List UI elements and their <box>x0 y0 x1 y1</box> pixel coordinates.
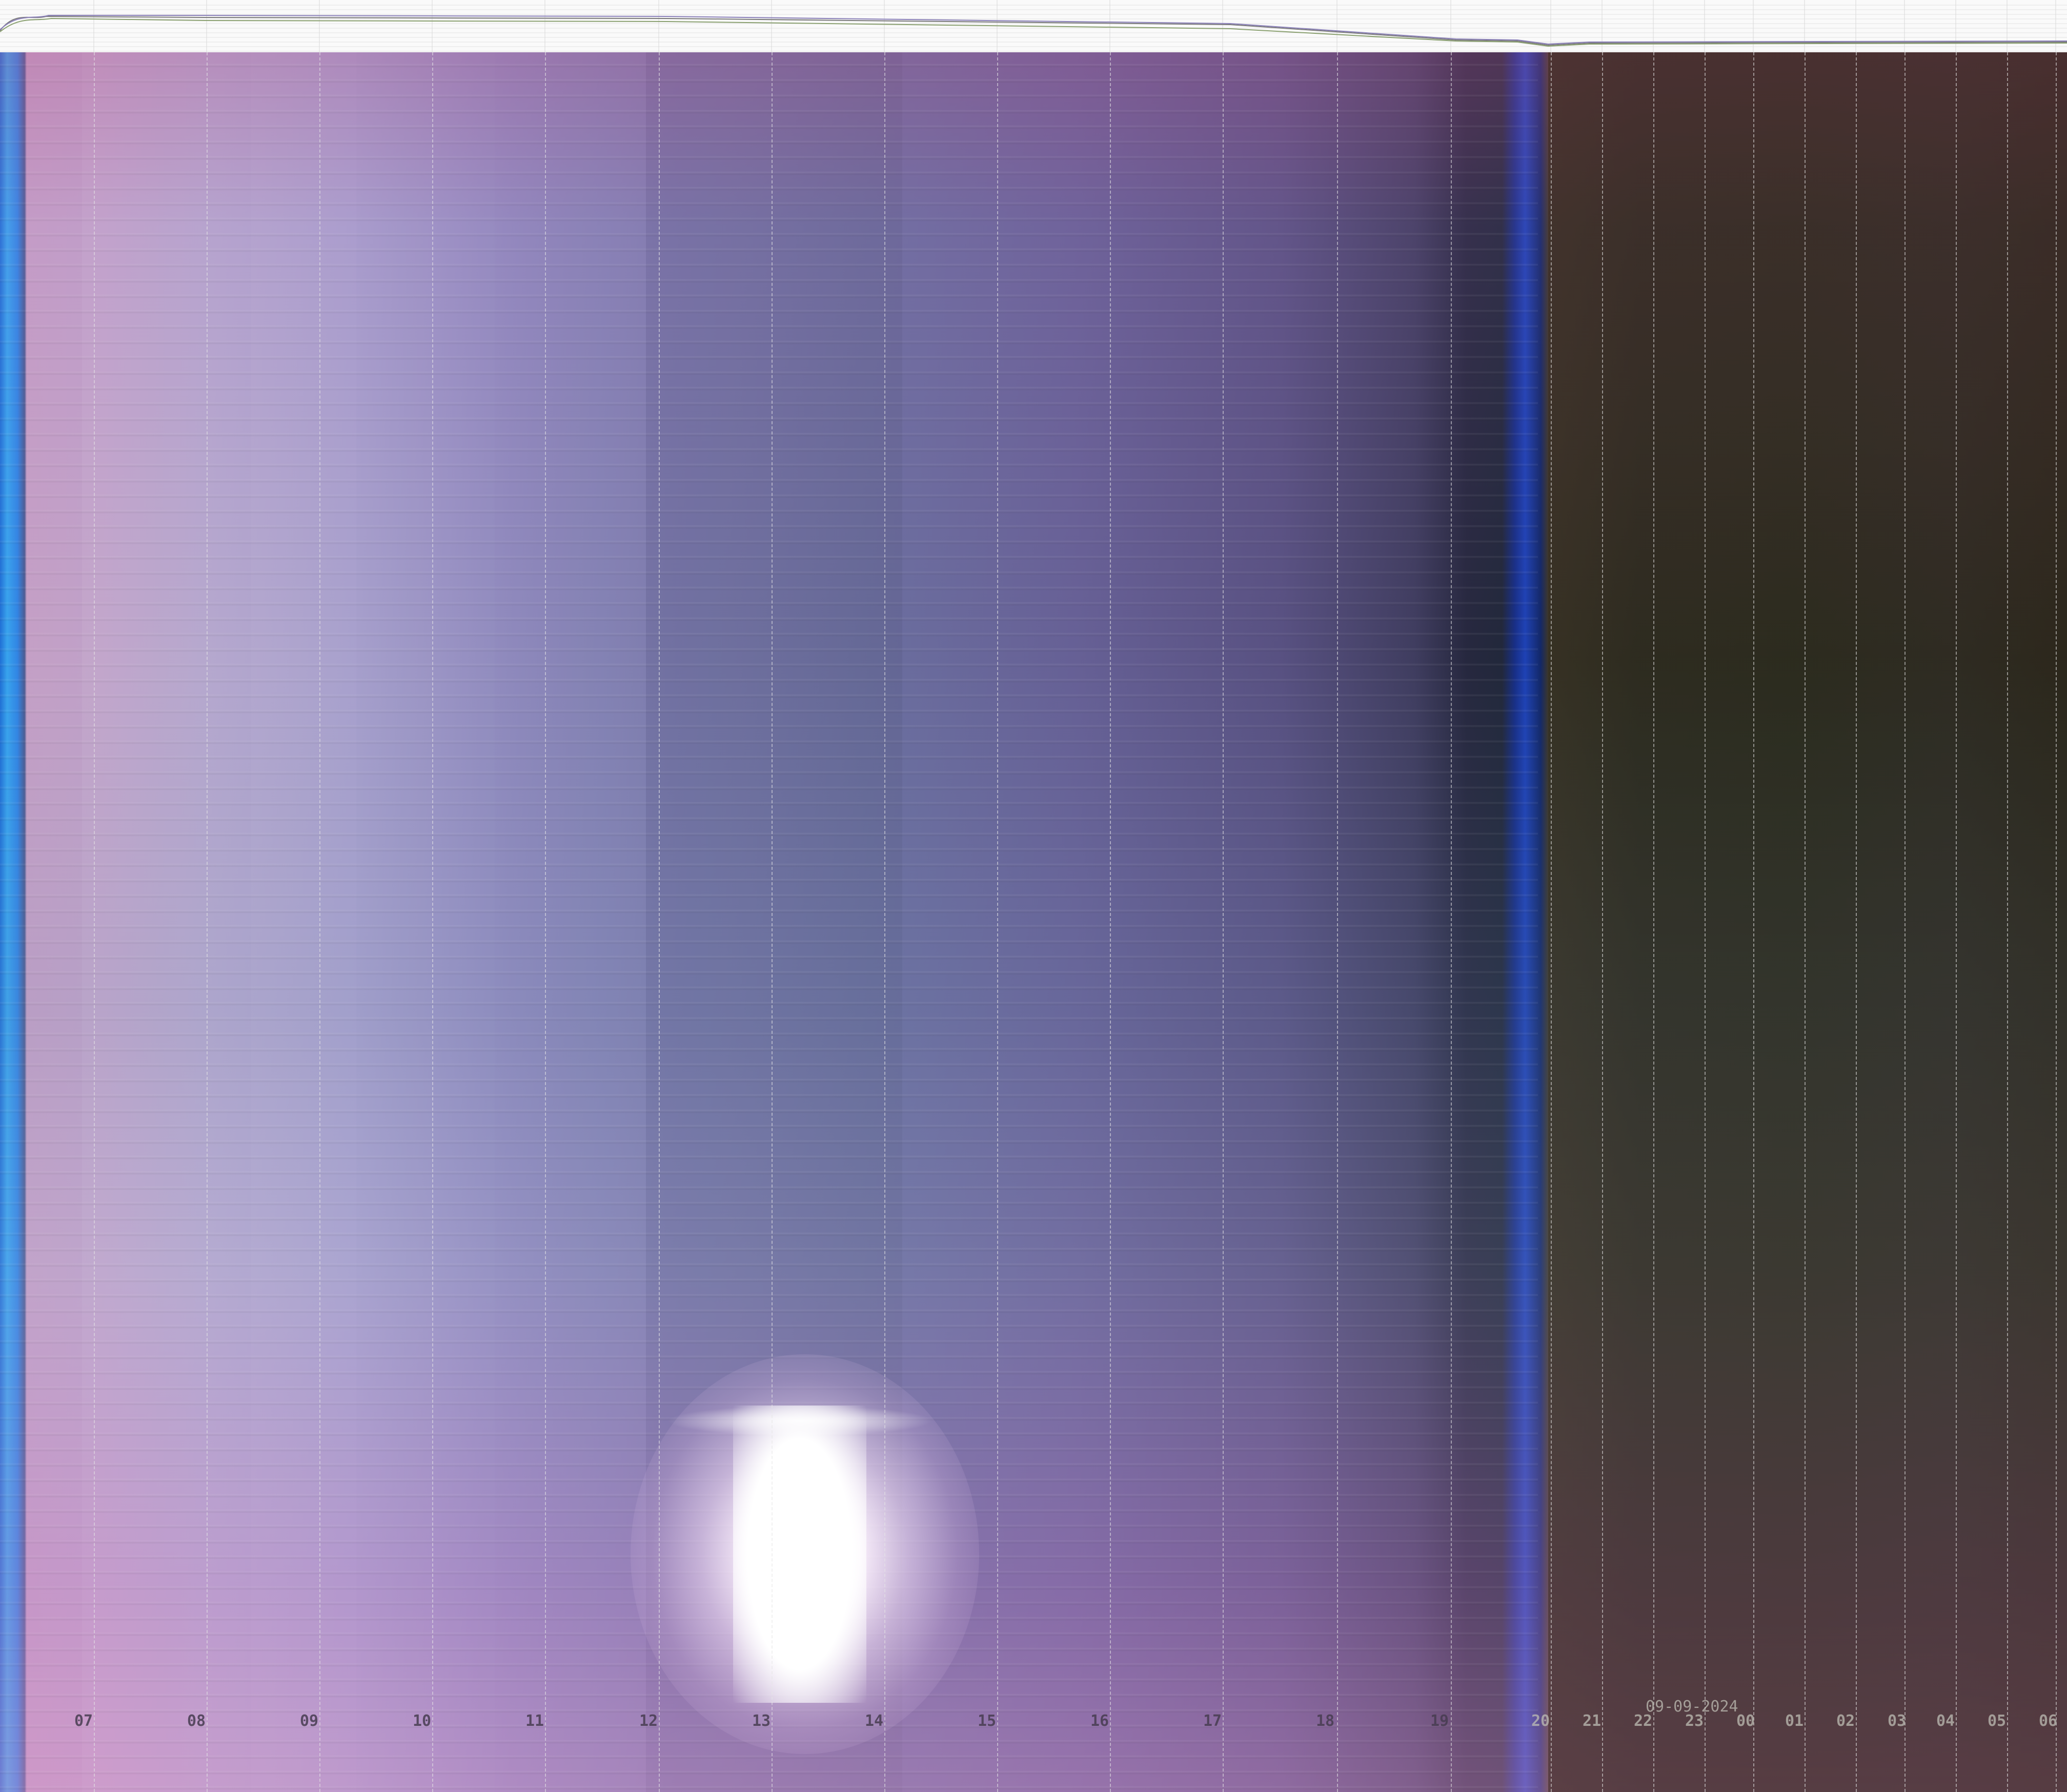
hour-label-02: 02 <box>1836 1712 1855 1730</box>
top-graph-strip <box>0 0 2067 52</box>
hour-label-10: 10 <box>412 1712 432 1730</box>
hour-grid-line <box>1856 52 1857 1792</box>
hour-grid-line <box>1653 52 1654 1792</box>
hour-grid-line <box>1110 52 1111 1792</box>
hour-grid-line <box>1223 52 1224 1792</box>
hour-label-04: 04 <box>1936 1712 1955 1730</box>
graph-trace <box>0 15 2067 45</box>
hour-grid-line <box>997 52 998 1792</box>
hour-label-01: 01 <box>1785 1712 1804 1730</box>
hour-label-19: 19 <box>1430 1712 1449 1730</box>
hour-label-00: 00 <box>1736 1712 1755 1730</box>
hour-grid-line <box>2007 52 2008 1792</box>
hour-grid-line <box>1805 52 1806 1792</box>
night-section <box>1548 52 2067 1792</box>
hour-grid-line <box>545 52 546 1792</box>
hour-label-21: 21 <box>1582 1712 1602 1730</box>
hour-grid-line <box>1337 52 1338 1792</box>
top-line-graph <box>0 0 2067 52</box>
hour-label-05: 05 <box>1987 1712 2007 1730</box>
hour-label-15: 15 <box>977 1712 997 1730</box>
hour-label-13: 13 <box>752 1712 771 1730</box>
hour-grid-line <box>319 52 320 1792</box>
hour-grid-line <box>884 52 885 1792</box>
hour-label-17: 17 <box>1203 1712 1222 1730</box>
hour-grid-line <box>1602 52 1603 1792</box>
hour-label-14: 14 <box>864 1712 884 1730</box>
keogram-image <box>0 52 2067 1792</box>
hour-label-03: 03 <box>1887 1712 1907 1730</box>
hour-grid-line <box>1753 52 1754 1792</box>
hour-grid-line <box>2056 52 2057 1792</box>
hour-label-16: 16 <box>1090 1712 1109 1730</box>
hour-label-07: 07 <box>74 1712 93 1730</box>
date-label: 09-09-2024 <box>1646 1698 1738 1716</box>
hour-label-06: 06 <box>2038 1712 2058 1730</box>
hour-label-18: 18 <box>1315 1712 1335 1730</box>
hour-grid-line <box>659 52 660 1792</box>
hour-grid-line <box>1451 52 1452 1792</box>
sun-core <box>733 1406 866 1703</box>
hour-grid-line <box>1904 52 1906 1792</box>
hour-label-11: 11 <box>525 1712 544 1730</box>
hour-label-08: 08 <box>187 1712 206 1730</box>
hour-label-12: 12 <box>639 1712 658 1730</box>
hour-grid-line <box>94 52 95 1792</box>
hour-label-20: 20 <box>1531 1712 1550 1730</box>
hour-grid-line <box>432 52 433 1792</box>
hour-grid-line <box>1956 52 1957 1792</box>
hour-grid-line <box>207 52 208 1792</box>
hour-grid-line <box>772 52 773 1792</box>
hour-grid-line <box>1551 52 1552 1792</box>
hour-grid-line <box>1705 52 1706 1792</box>
hour-label-09: 09 <box>299 1712 319 1730</box>
